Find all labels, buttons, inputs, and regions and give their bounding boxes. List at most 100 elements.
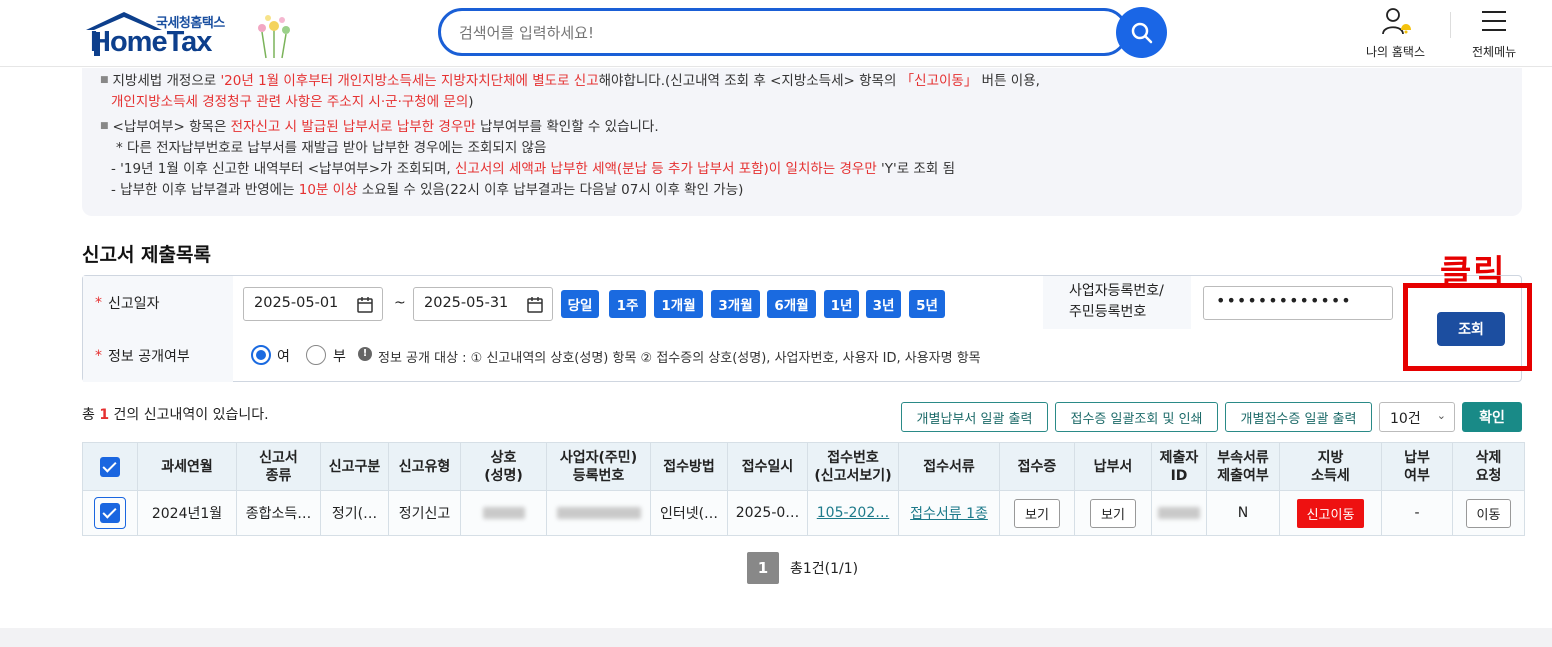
search-button[interactable] xyxy=(1116,7,1167,58)
cell-date: 2025-0… xyxy=(727,490,808,536)
hometax-logo[interactable]: 국세청홈택스 HomeTax xyxy=(82,10,297,62)
disclose-no-label: 부 xyxy=(333,349,346,365)
my-hometax-link[interactable]: 나의 홈택스 xyxy=(1366,6,1425,60)
cell-submitter-redacted xyxy=(1151,490,1207,536)
cell-name-redacted xyxy=(460,490,547,536)
date-separator: ~ xyxy=(394,295,406,311)
notice-line-3: ■ <납부여부> 항목은 전자신고 시 발급된 납부서로 납부한 경우만 납부여부… xyxy=(100,119,659,135)
header-col: 접수방법 xyxy=(650,442,728,491)
period-3year-button[interactable]: 3년 xyxy=(866,290,901,318)
disclose-label: * 정보 공개여부 xyxy=(83,329,233,382)
table-row: 2024년1월 종합소득… 정기(… 정기신고 인터넷(… 2025-0… 10… xyxy=(82,490,1525,536)
disclose-yes-radio[interactable] xyxy=(251,345,271,365)
user-bell-icon xyxy=(1381,8,1411,35)
date-label: * 신고일자 xyxy=(83,276,233,329)
notice-line-6: - 납부한 이후 납부결과 반영에는 10분 이상 소요될 수 있음(22시 이… xyxy=(111,182,744,198)
row-select-cell xyxy=(82,490,138,536)
info-icon: ! xyxy=(358,347,372,361)
biz-number-input[interactable]: ••••••••••••• xyxy=(1203,286,1393,320)
all-menu-label: 전체메뉴 xyxy=(1472,45,1517,59)
cell-kind: 종합소득… xyxy=(236,490,321,536)
header-col: 상호 (성명) xyxy=(460,442,547,491)
select-all-checkbox[interactable] xyxy=(100,456,120,477)
header-col: 제출자 ID xyxy=(1151,442,1207,491)
notice-line-5: - '19년 1월 이후 신고한 내역부터 <납부여부>가 조회되며, 신고서의… xyxy=(111,161,955,177)
section-title: 신고서 제출목록 xyxy=(82,244,211,266)
disclose-no-radio[interactable] xyxy=(306,345,326,365)
header-col: 납부 여부 xyxy=(1381,442,1453,491)
header-select-all[interactable] xyxy=(82,442,138,491)
search-bar xyxy=(438,8,1128,56)
page-1-button[interactable]: 1 xyxy=(747,552,779,584)
cell-local-tax: 신고이동 xyxy=(1279,490,1382,536)
period-1month-button[interactable]: 1개월 xyxy=(654,290,703,318)
header-col: 지방 소득세 xyxy=(1279,442,1382,491)
bulk-receipt-print-button[interactable]: 접수증 일괄조회 및 인쇄 xyxy=(1055,402,1218,432)
header-col: 부속서류 제출여부 xyxy=(1206,442,1280,491)
biz-number-label: 사업자등록번호/주민등록번호 xyxy=(1043,276,1191,329)
table-header-row: 과세연월 신고서 종류 신고구분 신고유형 상호 (성명) 사업자(주민) 등록번호 … xyxy=(82,442,1525,491)
period-1week-button[interactable]: 1주 xyxy=(609,290,646,318)
docs-link[interactable]: 접수서류 1종 xyxy=(910,506,988,522)
hamburger-menu-icon xyxy=(1482,11,1507,31)
calendar-icon xyxy=(357,297,373,313)
pagination-summary: 총1건(1/1) xyxy=(790,561,859,577)
cell-regno-redacted xyxy=(546,490,651,536)
view-receipt-button[interactable]: 보기 xyxy=(1014,498,1060,528)
all-menu-link[interactable]: 전체메뉴 xyxy=(1472,6,1516,60)
notice-line-2: 개인지방소득세 경정청구 관련 사항은 주소지 시·군·구청에 문의) xyxy=(111,94,474,110)
cell-method: 인터넷(… xyxy=(650,490,728,536)
cell-period: 2024년1월 xyxy=(137,490,237,536)
filing-table: 과세연월 신고서 종류 신고구분 신고유형 상호 (성명) 사업자(주민) 등록번호 … xyxy=(82,442,1525,536)
search-filter-box: * 신고일자 2025-05-01 ~ 2025-05-31 당일 1주 1개월 … xyxy=(82,275,1522,382)
period-today-button[interactable]: 당일 xyxy=(561,290,599,318)
delete-move-button[interactable]: 이동 xyxy=(1465,498,1512,528)
page-size-select[interactable]: 10건 ⌄ xyxy=(1379,402,1455,432)
logo-title: HomeTax xyxy=(90,26,212,58)
period-3month-button[interactable]: 3개월 xyxy=(711,290,760,318)
date-to-input[interactable]: 2025-05-31 xyxy=(413,287,553,321)
query-button[interactable]: 조회 xyxy=(1437,312,1505,346)
cell-attach: N xyxy=(1206,490,1280,536)
result-count: 총 1 건의 신고내역이 있습니다. xyxy=(82,407,269,423)
cell-bill: 보기 xyxy=(1074,490,1152,536)
header-col: 사업자(주민) 등록번호 xyxy=(546,442,651,491)
row-checkbox[interactable] xyxy=(94,497,126,529)
search-input[interactable] xyxy=(459,20,1099,46)
period-6month-button[interactable]: 6개월 xyxy=(767,290,816,318)
footer-strip xyxy=(0,628,1552,647)
calendar-icon xyxy=(527,297,543,313)
header-col: 납부서 xyxy=(1074,442,1152,491)
disclose-yes-label: 여 xyxy=(277,349,290,365)
individual-receipt-print-button[interactable]: 개별접수증 일괄 출력 xyxy=(1225,402,1372,432)
local-tax-move-button[interactable]: 신고이동 xyxy=(1296,498,1365,528)
my-hometax-label: 나의 홈택스 xyxy=(1366,45,1426,59)
header-col: 신고서 종류 xyxy=(236,442,321,491)
period-5year-button[interactable]: 5년 xyxy=(909,290,945,318)
header-col: 신고구분 xyxy=(320,442,389,491)
chevron-down-icon: ⌄ xyxy=(1436,409,1446,422)
header-col: 접수증 xyxy=(999,442,1075,491)
bulk-bill-print-button[interactable]: 개별납부서 일괄 출력 xyxy=(901,402,1048,432)
header-col: 접수일시 xyxy=(727,442,808,491)
header-col: 접수번호 (신고서보기) xyxy=(807,442,899,491)
view-bill-button[interactable]: 보기 xyxy=(1090,498,1136,528)
receipt-no-link[interactable]: 105-202… xyxy=(817,505,890,521)
notice-line-1: ■ 지방세법 개정으로 '20년 1월 이후부터 개인지방소득세는 지방자치단체에… xyxy=(100,73,1040,89)
header-col: 삭제 요청 xyxy=(1452,442,1525,491)
cell-receipt-no[interactable]: 105-202… xyxy=(807,490,899,536)
cell-receipt: 보기 xyxy=(999,490,1075,536)
header-divider xyxy=(1450,12,1451,38)
cell-delete: 이동 xyxy=(1452,490,1525,536)
search-icon xyxy=(1131,22,1152,43)
disclose-info-text: 정보 공개 대상 : ① 신고내역의 상호(성명) 항목 ② 접수증의 상호(성… xyxy=(378,351,981,366)
date-from-input[interactable]: 2025-05-01 xyxy=(243,287,383,321)
confirm-button[interactable]: 확인 xyxy=(1462,402,1522,432)
flower-decoration-icon xyxy=(258,15,290,59)
cell-paid: - xyxy=(1381,490,1453,536)
period-1year-button[interactable]: 1년 xyxy=(824,290,859,318)
cell-docs[interactable]: 접수서류 1종 xyxy=(898,490,1000,536)
header-col: 과세연월 xyxy=(137,442,237,491)
notice-box: ■ 지방세법 개정으로 '20년 1월 이후부터 개인지방소득세는 지방자치단체에… xyxy=(82,68,1522,216)
header-col: 신고유형 xyxy=(388,442,461,491)
